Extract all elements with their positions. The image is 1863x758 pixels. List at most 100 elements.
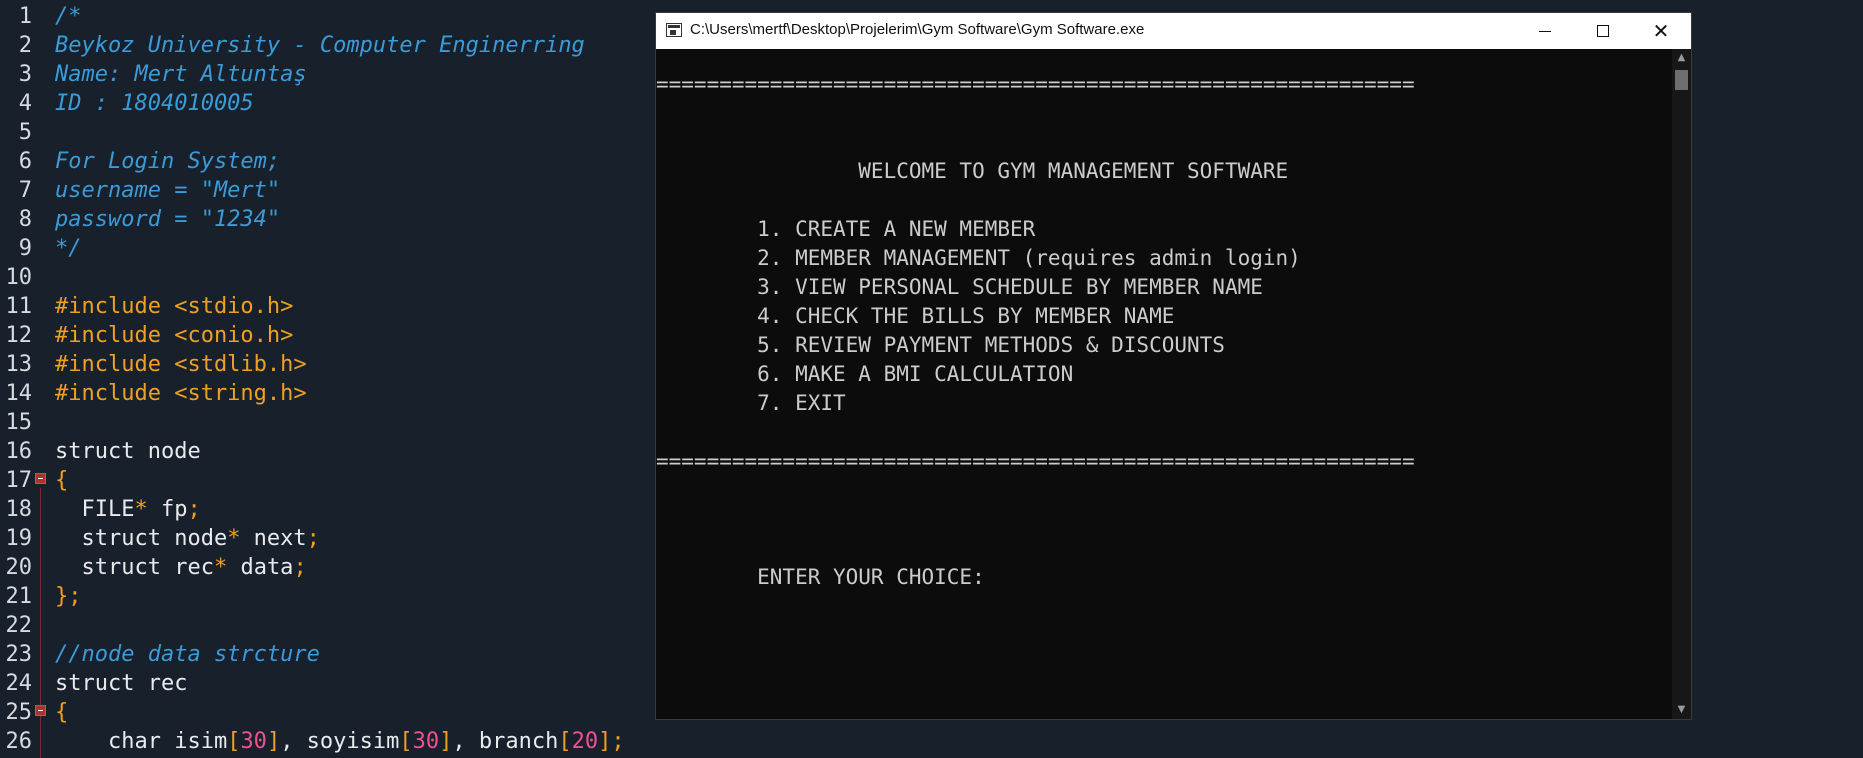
minimize-button[interactable] [1516, 13, 1574, 49]
code-token: , soyisim [280, 729, 400, 754]
code-token: * [227, 526, 241, 551]
line-number: 8 [18, 207, 32, 232]
line-number: 6 [18, 149, 32, 174]
maximize-button[interactable] [1574, 13, 1632, 49]
line-number: 16 [5, 439, 33, 464]
welcome-heading: WELCOME TO GYM MANAGEMENT SOFTWARE [656, 159, 1289, 183]
code-line[interactable]: #include <stdlib.h> [55, 350, 307, 379]
separator-line: ========================================… [656, 72, 1415, 96]
code-token: ; [187, 497, 201, 522]
code-token: FILE [55, 497, 135, 522]
code-token: ; [611, 729, 625, 754]
line-number: 14 [5, 381, 33, 406]
code-token: * [134, 497, 148, 522]
line-number: 2 [18, 33, 32, 58]
line-number: 7 [18, 178, 32, 203]
console-app-icon[interactable] [666, 23, 682, 37]
console-window[interactable]: C:\Users\mertf\Desktop\Projelerim\Gym So… [655, 12, 1692, 720]
fold-collapse-icon[interactable] [35, 705, 46, 716]
code-line[interactable]: Name: Mert Altuntaş [55, 60, 307, 89]
code-token: ; [68, 584, 82, 609]
code-token: ; [293, 555, 307, 580]
line-number: 9 [18, 236, 32, 261]
line-number: 4 [18, 91, 32, 116]
line-number: 11 [5, 294, 33, 319]
close-icon: ✕ [1652, 19, 1670, 43]
code-token: [ [558, 729, 572, 754]
keyword: struct [55, 439, 135, 464]
menu-option: 3. VIEW PERSONAL SCHEDULE BY MEMBER NAME [656, 275, 1263, 299]
line-number: 26 [5, 729, 33, 754]
line-number: 15 [5, 410, 33, 435]
fold-region-line [40, 488, 41, 758]
code-token: } [55, 584, 69, 609]
line-number: 25 [5, 700, 33, 725]
line-number: 18 [5, 497, 33, 522]
code-line[interactable]: /* [55, 2, 82, 31]
minimize-icon [1539, 30, 1551, 32]
scroll-thumb[interactable] [1675, 70, 1688, 90]
identifier: node [134, 439, 201, 464]
separator-line: ========================================… [656, 449, 1415, 473]
close-button[interactable]: ✕ [1632, 13, 1690, 49]
line-number: 13 [5, 352, 33, 377]
code-line[interactable]: #include <string.h> [55, 379, 307, 408]
code-line[interactable]: #include <conio.h> [55, 321, 293, 350]
code-line[interactable]: struct rec* data; [55, 553, 307, 582]
line-number: 10 [5, 265, 33, 290]
code-line[interactable]: struct node* next; [55, 524, 320, 553]
code-line[interactable]: Beykoz University - Computer Enginerring [55, 31, 585, 60]
fold-collapse-icon[interactable] [35, 473, 46, 484]
line-number: 21 [5, 584, 33, 609]
code-line[interactable]: For Login System; [55, 147, 280, 176]
maximize-icon [1597, 25, 1609, 37]
code-line[interactable]: password = "1234" [55, 205, 280, 234]
choice-prompt[interactable]: ENTER YOUR CHOICE: [656, 563, 985, 592]
code-token: char isim [55, 729, 228, 754]
code-token: ; [306, 526, 320, 551]
line-number: 3 [18, 62, 32, 87]
line-number: 20 [5, 555, 33, 580]
menu-option: 1. CREATE A NEW MEMBER [656, 217, 1036, 241]
code-line[interactable]: ID : 1804010005 [55, 89, 254, 118]
keyword: struct [55, 671, 135, 696]
line-number-gutter: 1 2 3 4 5 6 7 8 9 10 11 12 13 14 15 16 1… [0, 0, 52, 758]
code-line[interactable]: }; [55, 582, 82, 611]
console-output[interactable]: ========================================… [656, 49, 1672, 719]
menu-option: 2. MEMBER MANAGEMENT (requires admin log… [656, 246, 1301, 270]
window-title: C:\Users\mertf\Desktop\Projelerim\Gym So… [690, 21, 1145, 38]
menu-option: 7. EXIT [656, 391, 846, 415]
code-line[interactable]: struct node [55, 437, 201, 466]
code-token: * [213, 555, 228, 580]
code-line[interactable]: { [55, 698, 68, 727]
code-line[interactable]: */ [55, 234, 82, 263]
code-line[interactable]: //node data strcture [55, 640, 320, 669]
code-token: , branch [452, 729, 559, 754]
code-token: 30 [412, 729, 440, 754]
code-token: next [240, 526, 307, 551]
line-number: 22 [5, 613, 33, 638]
window-titlebar[interactable]: C:\Users\mertf\Desktop\Projelerim\Gym So… [656, 13, 1691, 49]
code-line[interactable]: { [55, 466, 68, 495]
code-line[interactable]: #include <stdio.h> [55, 292, 293, 321]
scroll-up-arrow-icon[interactable]: ▲ [1672, 49, 1691, 67]
code-line[interactable]: char isim[30], soyisim[30], branch[20]; [55, 727, 625, 756]
line-number: 19 [5, 526, 33, 551]
line-number: 24 [5, 671, 33, 696]
code-token: ] [266, 729, 281, 754]
code-token: struct rec [55, 555, 214, 580]
code-line[interactable]: FILE* fp; [55, 495, 201, 524]
code-line[interactable]: username = "Mert" [55, 176, 280, 205]
menu-option: 4. CHECK THE BILLS BY MEMBER NAME [656, 304, 1175, 328]
line-number: 1 [18, 4, 32, 29]
scroll-down-arrow-icon[interactable]: ▼ [1672, 701, 1691, 719]
code-token: fp [147, 497, 188, 522]
menu-option: 5. REVIEW PAYMENT METHODS & DISCOUNTS [656, 333, 1225, 357]
menu-option: 6. MAKE A BMI CALCULATION [656, 362, 1074, 386]
code-token: data [227, 555, 294, 580]
code-token: struct node [55, 526, 228, 551]
code-token: ] [598, 729, 612, 754]
code-line[interactable]: struct rec [55, 669, 187, 698]
vertical-scrollbar[interactable]: ▲ ▼ [1672, 49, 1691, 719]
identifier: rec [134, 671, 188, 696]
